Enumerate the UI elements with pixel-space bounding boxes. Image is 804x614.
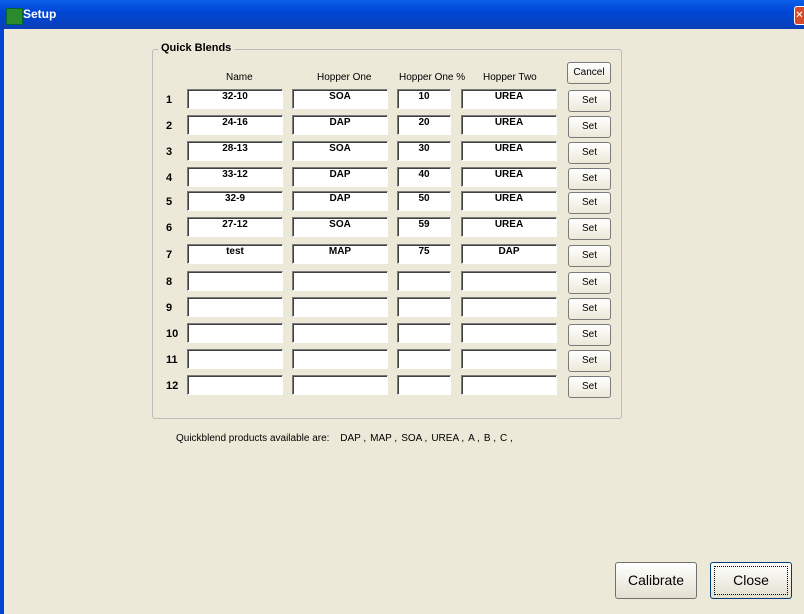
row-number: 6 [166,222,173,234]
header-hopper-one-pct: Hopper One % [399,72,466,83]
hopper-one-field[interactable] [292,323,388,343]
row-number: 4 [166,172,173,184]
name-field[interactable]: 32-10 [187,89,283,109]
window-frame-left [0,29,4,614]
header-name: Name [226,72,253,83]
row-number: 12 [166,380,179,392]
hopper-one-pct-field[interactable]: 30 [397,141,451,161]
row-number: 9 [166,302,173,314]
hopper-one-pct-field[interactable]: 50 [397,191,451,211]
calibrate-button[interactable]: Calibrate [615,562,697,599]
hopper-two-field[interactable]: UREA [461,217,557,237]
hopper-two-field[interactable]: UREA [461,141,557,161]
name-field[interactable]: 32-9 [187,191,283,211]
product-item: MAP , [370,433,398,444]
window-title: Setup [23,7,57,21]
name-field[interactable]: test [187,244,283,264]
hopper-one-pct-field[interactable] [397,349,451,369]
row-number: 7 [166,249,173,261]
hopper-one-field[interactable]: SOA [292,89,388,109]
hopper-two-field[interactable] [461,271,557,291]
hopper-one-pct-field[interactable] [397,323,451,343]
row-number: 11 [166,354,178,366]
set-button[interactable]: Set [568,376,611,398]
hopper-two-field[interactable] [461,349,557,369]
name-field[interactable] [187,375,283,395]
hopper-one-pct-field[interactable] [397,375,451,395]
product-item: C , [500,433,513,444]
set-button[interactable]: Set [568,298,611,320]
close-button[interactable]: Close [710,562,792,599]
name-field[interactable]: 28-13 [187,141,283,161]
hopper-two-field[interactable] [461,297,557,317]
set-button[interactable]: Set [568,192,611,214]
hopper-two-field[interactable]: UREA [461,191,557,211]
hopper-one-field[interactable]: DAP [292,115,388,135]
app-icon [6,8,23,25]
title-bar: Setup ✕ [0,0,804,29]
product-item: SOA , [401,433,428,444]
hopper-one-field[interactable]: DAP [292,191,388,211]
available-products: Quickblend products available are: DAP ,… [176,433,525,444]
hopper-one-field[interactable]: SOA [292,217,388,237]
hopper-one-field[interactable]: DAP [292,167,388,187]
set-button[interactable]: Set [568,168,611,190]
product-item: DAP , [340,433,367,444]
row-number: 8 [166,276,173,288]
set-button[interactable]: Set [568,324,611,346]
name-field[interactable] [187,297,283,317]
available-products-label: Quickblend products available are: [176,433,330,444]
hopper-one-field[interactable] [292,297,388,317]
cancel-button[interactable]: Cancel [567,62,611,84]
set-button[interactable]: Set [568,90,611,112]
set-button[interactable]: Set [568,116,611,138]
product-item: UREA , [431,433,465,444]
hopper-two-field[interactable] [461,323,557,343]
row-number: 5 [166,196,173,208]
hopper-one-pct-field[interactable]: 10 [397,89,451,109]
header-hopper-two: Hopper Two [483,72,537,83]
name-field[interactable]: 33-12 [187,167,283,187]
header-hopper-one: Hopper One [317,72,372,83]
hopper-two-field[interactable]: UREA [461,89,557,109]
hopper-one-field[interactable] [292,349,388,369]
product-item: A , [468,433,480,444]
hopper-one-pct-field[interactable]: 75 [397,244,451,264]
hopper-two-field[interactable]: DAP [461,244,557,264]
row-number: 1 [166,94,173,106]
name-field[interactable] [187,349,283,369]
row-number: 2 [166,120,173,132]
name-field[interactable] [187,271,283,291]
hopper-two-field[interactable] [461,375,557,395]
name-field[interactable] [187,323,283,343]
hopper-one-field[interactable]: SOA [292,141,388,161]
set-button[interactable]: Set [568,245,611,267]
set-button[interactable]: Set [568,272,611,294]
hopper-one-field[interactable]: MAP [292,244,388,264]
window-close-button[interactable]: ✕ [794,6,804,25]
hopper-one-pct-field[interactable] [397,271,451,291]
hopper-one-field[interactable] [292,375,388,395]
row-number: 3 [166,146,173,158]
hopper-two-field[interactable]: UREA [461,115,557,135]
hopper-one-pct-field[interactable]: 40 [397,167,451,187]
hopper-one-pct-field[interactable]: 59 [397,217,451,237]
set-button[interactable]: Set [568,142,611,164]
quick-blends-title: Quick Blends [158,42,235,54]
row-number: 10 [166,328,179,340]
set-button[interactable]: Set [568,218,611,240]
hopper-two-field[interactable]: UREA [461,167,557,187]
product-item: B , [483,433,497,444]
set-button[interactable]: Set [568,350,611,372]
name-field[interactable]: 24-16 [187,115,283,135]
name-field[interactable]: 27-12 [187,217,283,237]
hopper-one-pct-field[interactable]: 20 [397,115,451,135]
hopper-one-field[interactable] [292,271,388,291]
hopper-one-pct-field[interactable] [397,297,451,317]
